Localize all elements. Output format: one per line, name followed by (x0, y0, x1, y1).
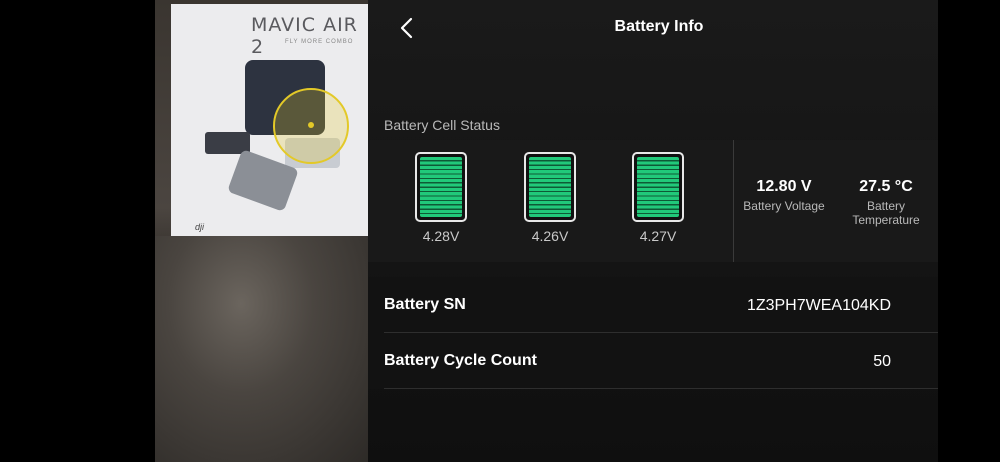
row-divider (384, 388, 938, 389)
left-letterbox (0, 0, 155, 462)
cell-fill (529, 157, 571, 217)
page-title: Battery Info (614, 18, 704, 35)
battery-temperature-label-line2: Temperature (852, 213, 920, 227)
battery-temperature-stat: 27.5 °C Battery Temperature (842, 178, 930, 227)
battery-temperature-label-line1: Battery (866, 199, 905, 213)
vertical-divider (733, 140, 734, 262)
battery-cell-2: 4.26V (524, 152, 576, 244)
battery-voltage-stat: 12.80 V Battery Voltage (740, 178, 828, 213)
cell-voltage: 4.26V (531, 228, 569, 244)
battery-cell-icon (524, 152, 576, 222)
battery-temperature-value: 27.5 °C (859, 178, 913, 195)
battery-voltage-label: Battery Voltage (743, 199, 825, 213)
box-subtitle: FLY MORE COMBO (285, 39, 354, 45)
battery-cell-icon (632, 152, 684, 222)
brand-logo: dji (195, 222, 205, 232)
right-letterbox (938, 0, 1000, 462)
box-title: MAVIC AIR 2 (251, 14, 358, 58)
battery-sn-row: Battery SN 1Z3PH7WEA104KD (368, 277, 938, 333)
battery-cell-icon (415, 152, 467, 222)
focus-dot (308, 122, 314, 128)
cell-fill (420, 157, 462, 217)
cell-voltage: 4.27V (639, 228, 677, 244)
cell-status-label: Battery Cell Status (384, 117, 500, 133)
cell-voltage: 4.28V (422, 228, 460, 244)
battery-voltage-value: 12.80 V (756, 178, 812, 195)
battery-cell-1: 4.28V (415, 152, 467, 244)
background-cloth (155, 236, 370, 462)
battery-cycle-row: Battery Cycle Count 50 (368, 333, 938, 389)
battery-cell-3: 4.27V (632, 152, 684, 244)
cell-fill (637, 157, 679, 217)
battery-sn-label: Battery SN (384, 296, 466, 313)
camera-feed: MAVIC AIR 2 FLY MORE COMBO dji (155, 0, 370, 462)
cell-status-panel: 4.28V 4.26V 4.27V 12.80 V Battery Voltag… (368, 140, 938, 262)
battery-sn-value: 1Z3PH7WEA104KD (746, 297, 891, 314)
battery-cycle-value: 50 (873, 353, 891, 370)
battery-info-panel: Battery Info Battery Cell Status 4.28V 4… (368, 0, 938, 462)
battery-cycle-label: Battery Cycle Count (384, 352, 537, 369)
